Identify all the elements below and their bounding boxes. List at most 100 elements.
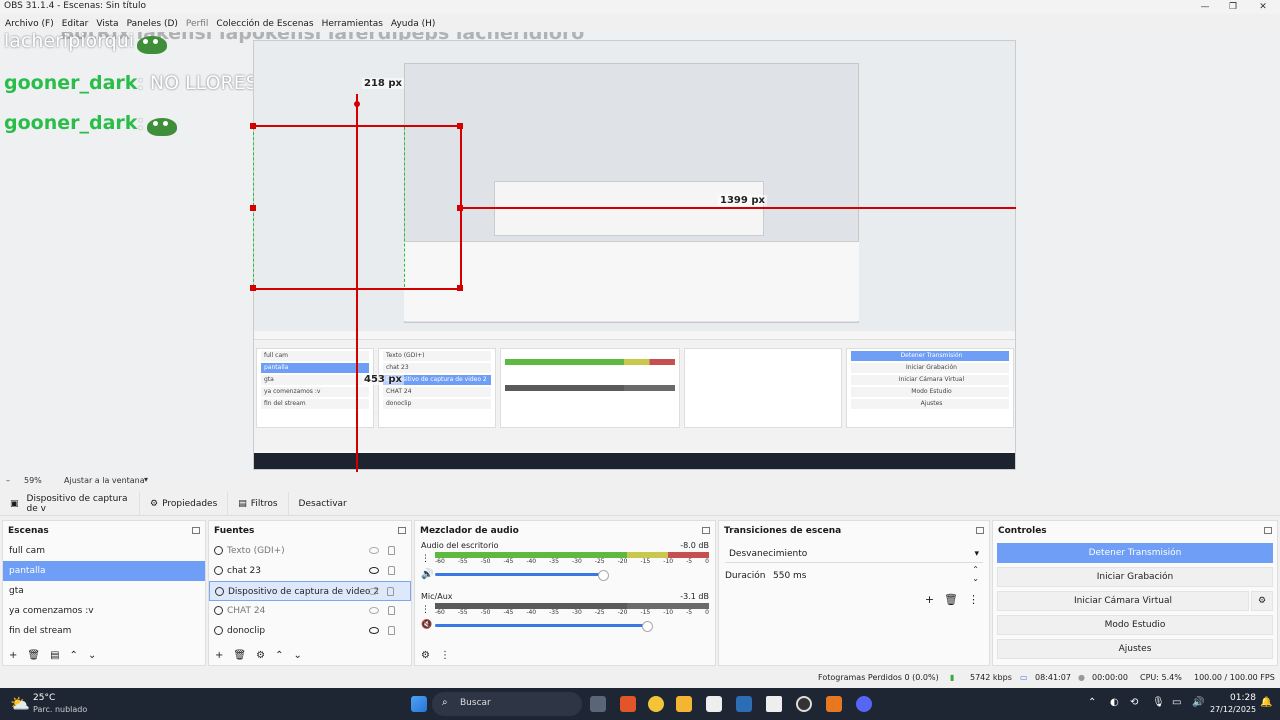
menu-paneles[interactable]: Paneles (D) xyxy=(127,19,178,29)
channel-menu-icon[interactable]: ⋮ xyxy=(421,554,435,564)
chevron-down-icon[interactable]: ⌄ xyxy=(88,650,96,661)
menu-dots-icon[interactable]: ⋮ xyxy=(440,650,450,661)
preview-canvas[interactable]: BotRix lakensi lapokensi laferdipeps lac… xyxy=(0,32,1280,472)
gear-icon[interactable]: ⚙ xyxy=(256,650,265,661)
maximize-button[interactable]: ❐ xyxy=(1218,0,1248,14)
add-icon[interactable]: + xyxy=(9,650,17,661)
scene-item[interactable]: full cam xyxy=(3,541,205,561)
scene-item[interactable]: ya comenzamos :v xyxy=(3,601,205,621)
menu-herramientas[interactable]: Herramientas xyxy=(322,19,383,29)
start-virtual-camera-button[interactable]: Iniciar Cámara Virtual xyxy=(997,591,1249,611)
menu-editar[interactable]: Editar xyxy=(62,19,89,29)
eye-icon[interactable] xyxy=(369,607,379,614)
eye-icon[interactable] xyxy=(369,567,379,574)
settings-button[interactable]: Ajustes xyxy=(997,639,1273,659)
epic-games-icon[interactable] xyxy=(706,696,722,712)
transition-select[interactable]: Desvanecimiento ▾ xyxy=(725,545,983,563)
source-item[interactable]: donoclip xyxy=(209,621,411,641)
stop-streaming-button[interactable]: Detener Transmisión xyxy=(997,543,1273,563)
undock-icon[interactable] xyxy=(1264,527,1272,534)
transform-handle[interactable] xyxy=(250,205,256,211)
transform-handle[interactable] xyxy=(250,123,256,129)
discord-icon[interactable] xyxy=(856,696,872,712)
menu-ayuda[interactable]: Ayuda (H) xyxy=(391,19,435,29)
close-button[interactable]: ✕ xyxy=(1248,0,1278,14)
duration-stepper[interactable]: ⌃ ⌄ xyxy=(972,565,979,583)
transform-handle[interactable] xyxy=(457,123,463,129)
speaker-icon[interactable]: 🔊 xyxy=(421,569,435,580)
chevron-down-icon[interactable]: ▾ xyxy=(144,475,148,484)
add-icon[interactable]: + xyxy=(925,593,934,606)
deactivate-button[interactable]: Desactivar xyxy=(289,492,357,516)
start-recording-button[interactable]: Iniciar Grabación xyxy=(997,567,1273,587)
studio-mode-button[interactable]: Modo Estudio xyxy=(997,615,1273,635)
eye-icon[interactable] xyxy=(368,588,378,595)
eye-icon[interactable] xyxy=(369,627,379,634)
transform-handle[interactable] xyxy=(457,285,463,291)
properties-button[interactable]: ⚙ Propiedades xyxy=(140,491,229,516)
lock-icon[interactable] xyxy=(388,606,395,615)
windows-start-icon[interactable] xyxy=(411,696,427,712)
transform-handle[interactable] xyxy=(457,205,463,211)
trash-icon[interactable]: 🗑 xyxy=(233,650,246,661)
source-item[interactable]: Texto (GDI+) xyxy=(209,541,411,561)
network-icon[interactable]: ▭ xyxy=(1172,697,1181,708)
scene-item[interactable]: fin del stream xyxy=(3,621,205,641)
add-icon[interactable]: + xyxy=(215,650,223,661)
filter-icon[interactable]: ▤ xyxy=(50,650,59,661)
scene-item[interactable]: pantalla xyxy=(3,561,205,581)
undock-icon[interactable] xyxy=(702,527,710,534)
volume-slider[interactable] xyxy=(435,620,653,632)
channel-menu-icon[interactable]: ⋮ xyxy=(421,605,435,615)
tray-icon[interactable]: ◐ xyxy=(1110,697,1119,708)
file-explorer-icon[interactable] xyxy=(676,696,692,712)
rotation-handle[interactable] xyxy=(354,101,360,107)
tray-icon[interactable]: ⟲ xyxy=(1130,697,1138,708)
lock-icon[interactable] xyxy=(388,546,395,555)
lock-icon[interactable] xyxy=(387,587,394,596)
app-icon[interactable] xyxy=(766,696,782,712)
undock-icon[interactable] xyxy=(398,527,406,534)
chevron-up-icon[interactable]: ⌃ xyxy=(275,650,283,661)
chevron-up-icon[interactable]: ⌃ xyxy=(1088,697,1096,708)
menu-dots-icon[interactable]: ⋮ xyxy=(968,593,979,606)
muted-speaker-icon[interactable]: 🔇 xyxy=(421,620,435,630)
trash-icon[interactable]: 🗑 xyxy=(944,593,958,606)
source-item[interactable]: CHAT 24 xyxy=(209,601,411,621)
gear-icon[interactable]: ⚙ xyxy=(1251,591,1273,611)
lock-icon[interactable] xyxy=(388,566,395,575)
volume-icon[interactable]: 🔊 xyxy=(1192,697,1204,708)
task-view-icon[interactable] xyxy=(590,696,606,712)
menu-vista[interactable]: Vista xyxy=(96,19,118,29)
chrome-icon[interactable] xyxy=(648,696,664,712)
taskbar-search[interactable]: ⌕ Buscar xyxy=(432,692,582,716)
lock-icon[interactable] xyxy=(388,626,395,635)
obs-icon[interactable] xyxy=(796,696,812,712)
source-item[interactable]: Dispositivo de captura de video 2 xyxy=(209,581,411,601)
undock-icon[interactable] xyxy=(192,527,200,534)
duration-input[interactable]: 550 ms xyxy=(773,567,807,585)
source-item[interactable]: chat 23 xyxy=(209,561,411,581)
gear-icon[interactable]: ⚙ xyxy=(421,650,430,661)
minimize-button[interactable]: — xyxy=(1190,0,1220,14)
zoom-fit-select[interactable]: Ajustar a la ventana xyxy=(64,476,145,485)
menu-archivo[interactable]: Archivo (F) xyxy=(5,19,54,29)
volume-slider[interactable] xyxy=(435,570,609,581)
undock-icon[interactable] xyxy=(976,527,984,534)
notification-icon[interactable]: 🔔 xyxy=(1260,697,1272,708)
mic-icon[interactable]: 🎙 xyxy=(1152,697,1165,708)
transform-handle[interactable] xyxy=(250,285,256,291)
menu-perfil[interactable]: Perfil xyxy=(186,19,209,29)
scene-item[interactable]: gta xyxy=(3,581,205,601)
trash-icon[interactable]: 🗑 xyxy=(27,650,40,661)
brave-icon[interactable] xyxy=(620,696,636,712)
menu-coleccion[interactable]: Colección de Escenas xyxy=(216,19,313,29)
chevron-down-icon[interactable]: ⌄ xyxy=(293,650,301,661)
chevron-up-icon[interactable]: ⌃ xyxy=(70,650,78,661)
steam-icon[interactable] xyxy=(736,696,752,712)
filters-button[interactable]: ▤ Filtros xyxy=(228,491,289,516)
zoom-minus-button[interactable]: – xyxy=(6,476,10,485)
weather-icon[interactable]: ⛅ xyxy=(10,694,30,713)
app-icon[interactable] xyxy=(826,696,842,712)
eye-icon[interactable] xyxy=(369,547,379,554)
